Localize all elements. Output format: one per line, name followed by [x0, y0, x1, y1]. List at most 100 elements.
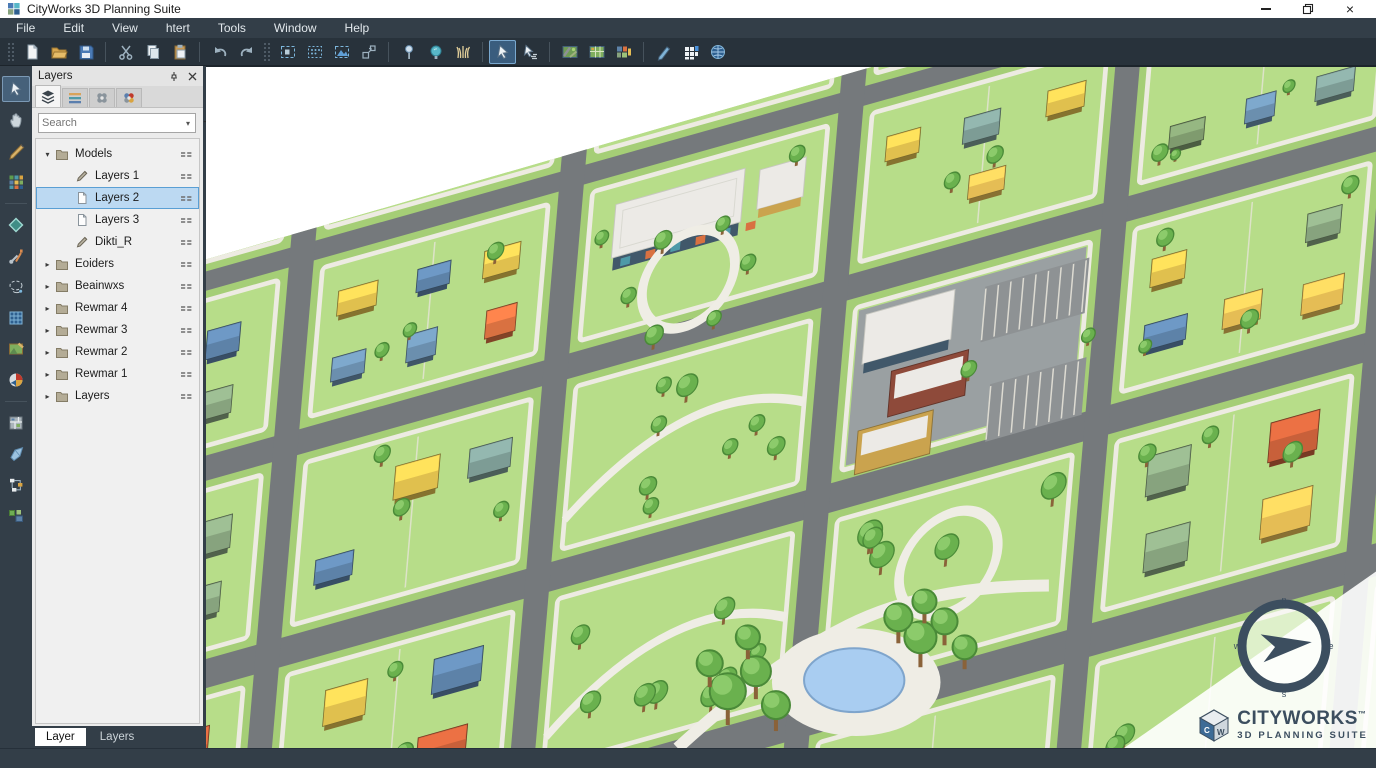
select-terrain-button[interactable]: [328, 40, 355, 64]
row-drag-handle[interactable]: [179, 148, 194, 161]
panel-tab-components[interactable]: [89, 88, 115, 107]
menu-help[interactable]: Help: [331, 19, 384, 37]
layer-tree-row[interactable]: Layers 1: [36, 165, 199, 187]
panel-tab-list-lines[interactable]: [62, 88, 88, 107]
svg-text:e: e: [1328, 641, 1333, 651]
expander-icon[interactable]: ▸: [42, 348, 53, 357]
pencil-icon: [75, 235, 89, 249]
undo-button[interactable]: [206, 40, 233, 64]
rail-select-cursor-button[interactable]: [2, 76, 30, 102]
layer-tree-row[interactable]: ▸ Layers: [36, 385, 199, 407]
close-button[interactable]: ×: [1344, 3, 1356, 15]
row-drag-handle[interactable]: [179, 170, 194, 183]
copy-button[interactable]: [139, 40, 166, 64]
panel-tab-materials[interactable]: [116, 88, 142, 107]
viewport-3d[interactable]: n e s w C W CITYWORKS™ 3D PLANNING SUITE: [206, 66, 1376, 748]
terrain-cursor-button[interactable]: [516, 40, 543, 64]
select-grid-button[interactable]: [301, 40, 328, 64]
rail-pan-hand-button[interactable]: [2, 107, 30, 133]
new-file-button[interactable]: [18, 40, 45, 64]
map-view-2-button[interactable]: [583, 40, 610, 64]
bulb-tool-button[interactable]: [422, 40, 449, 64]
minimize-button[interactable]: [1260, 3, 1272, 15]
tab-layers[interactable]: Layers: [89, 728, 146, 746]
rail-pie-globe-button[interactable]: [2, 367, 30, 393]
pin-marker-button[interactable]: [395, 40, 422, 64]
toolbar-grip[interactable]: [7, 42, 15, 62]
maximize-button[interactable]: [1302, 3, 1314, 15]
tab-layer[interactable]: Layer: [35, 728, 86, 746]
rail-zone-tag-button[interactable]: [2, 212, 30, 238]
rail-map-layout-button[interactable]: [2, 410, 30, 436]
row-drag-handle[interactable]: [179, 390, 194, 403]
search-combobox[interactable]: ▾: [38, 113, 196, 133]
panel-close-icon[interactable]: [188, 72, 197, 81]
expander-icon[interactable]: ▸: [42, 282, 53, 291]
menu-file[interactable]: File: [2, 19, 49, 37]
status-bar: [0, 748, 1376, 768]
search-input[interactable]: [42, 117, 184, 129]
row-drag-handle[interactable]: [179, 324, 194, 337]
layer-tree-row[interactable]: Dikti_R: [36, 231, 199, 253]
toolbar-grip[interactable]: [263, 42, 271, 62]
map-view-1-icon: [561, 43, 579, 61]
row-drag-handle[interactable]: [179, 280, 194, 293]
row-drag-handle[interactable]: [179, 214, 194, 227]
cut-button[interactable]: [112, 40, 139, 64]
folder-icon: [55, 345, 69, 359]
rail-area-paint-button[interactable]: [2, 441, 30, 467]
menu-tools[interactable]: Tools: [204, 19, 260, 37]
map-view-1-button[interactable]: [556, 40, 583, 64]
layer-tree-row[interactable]: ▾ Models: [36, 143, 199, 165]
layer-tree-row[interactable]: ▸ Eoiders: [36, 253, 199, 275]
select-area-button[interactable]: [274, 40, 301, 64]
expander-icon[interactable]: ▸: [42, 326, 53, 335]
row-drag-handle[interactable]: [179, 258, 194, 271]
paste-button[interactable]: [166, 40, 193, 64]
redo-button[interactable]: [233, 40, 260, 64]
layer-tree-row[interactable]: Layers 2: [36, 187, 199, 209]
layer-tree-row[interactable]: ▸ Beainwxs: [36, 275, 199, 297]
panel-tab-layers-stack[interactable]: [35, 85, 61, 107]
row-drag-handle[interactable]: [179, 192, 194, 205]
select-cursor-button[interactable]: [489, 40, 516, 64]
vegetation-brush-button[interactable]: [449, 40, 476, 64]
svg-text:W: W: [1217, 728, 1225, 737]
layer-tree-row[interactable]: ▸ Rewmar 4: [36, 297, 199, 319]
grid-palette-button[interactable]: [677, 40, 704, 64]
expander-icon[interactable]: ▸: [42, 370, 53, 379]
measure-pen-button[interactable]: [650, 40, 677, 64]
expander-icon[interactable]: ▸: [42, 304, 53, 313]
layer-tree-row[interactable]: ▸ Rewmar 2: [36, 341, 199, 363]
expander-icon[interactable]: ▸: [42, 260, 53, 269]
menu-insert[interactable]: htert: [152, 19, 204, 37]
row-drag-handle[interactable]: [179, 236, 194, 249]
expander-icon[interactable]: ▾: [42, 150, 53, 159]
scale-tool-button[interactable]: [355, 40, 382, 64]
rail-flow-diagram-button[interactable]: [2, 472, 30, 498]
layer-label: Eoiders: [70, 258, 179, 270]
layer-tree-row[interactable]: Layers 3: [36, 209, 199, 231]
pin-icon[interactable]: [169, 71, 179, 82]
layer-tree-row[interactable]: ▸ Rewmar 3: [36, 319, 199, 341]
rail-draw-pencil-button[interactable]: [2, 138, 30, 164]
map-view-3-button[interactable]: [610, 40, 637, 64]
row-drag-handle[interactable]: [179, 346, 194, 359]
menu-edit[interactable]: Edit: [49, 19, 98, 37]
chevron-down-icon[interactable]: ▾: [184, 119, 192, 128]
menu-view[interactable]: View: [98, 19, 152, 37]
menu-window[interactable]: Window: [260, 19, 331, 37]
globe-view-button[interactable]: [704, 40, 731, 64]
rail-lasso-select-button[interactable]: [2, 274, 30, 300]
rail-grid-table-button[interactable]: [2, 305, 30, 331]
row-drag-handle[interactable]: [179, 302, 194, 315]
open-folder-button[interactable]: [45, 40, 72, 64]
save-button[interactable]: [72, 40, 99, 64]
rail-asset-blocks-button[interactable]: [2, 503, 30, 529]
rail-build-tools-button[interactable]: [2, 243, 30, 269]
expander-icon[interactable]: ▸: [42, 392, 53, 401]
row-drag-handle[interactable]: [179, 368, 194, 381]
rail-terrain-paint-button[interactable]: [2, 336, 30, 362]
layer-tree-row[interactable]: ▸ Rewmar 1: [36, 363, 199, 385]
rail-color-palette-button[interactable]: [2, 169, 30, 195]
